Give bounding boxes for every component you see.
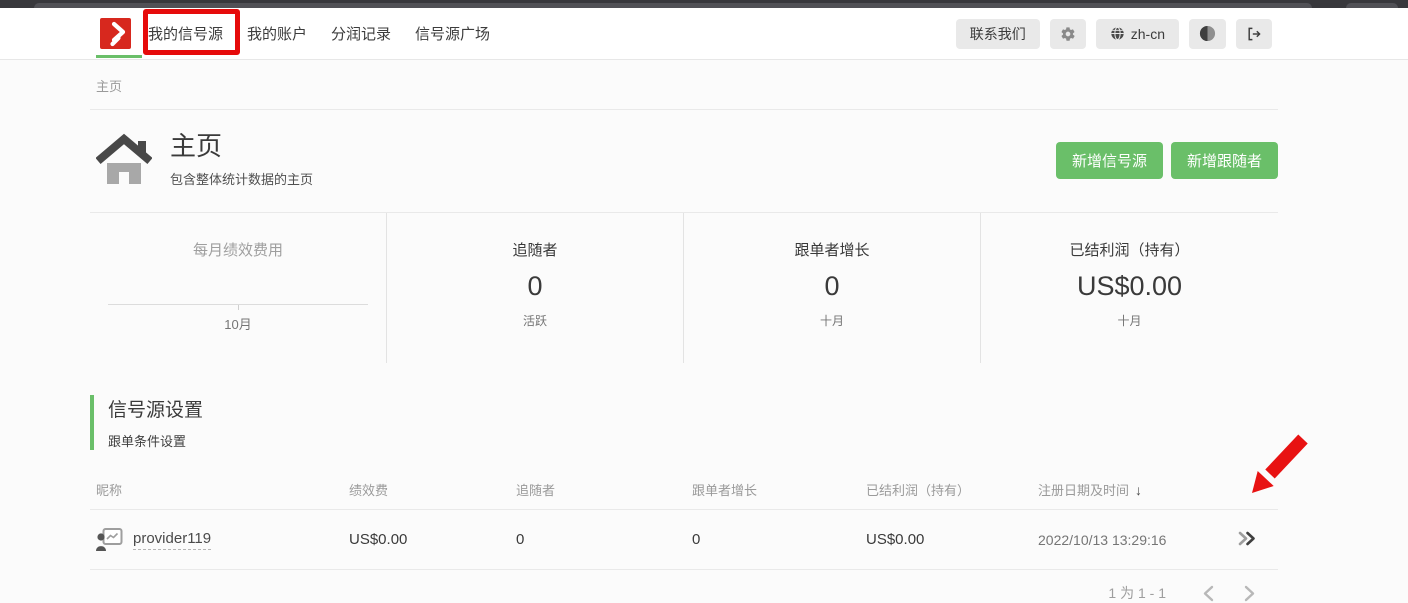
language-button[interactable]: zh-cn [1096, 19, 1179, 49]
stat-followers: 追随者 0 活跃 [387, 213, 684, 363]
chevron-left-icon [1202, 585, 1215, 602]
globe-icon [1110, 26, 1125, 41]
col-header-followers: 追随者 [516, 480, 692, 499]
navbar-actions: 联系我们 zh-cn [956, 19, 1272, 49]
provider-name-link[interactable]: provider119 [133, 530, 211, 550]
stat-value: US$0.00 [991, 272, 1268, 302]
stats-row: 每月绩效费用 10月 追随者 0 活跃 跟单者增长 0 十月 已结利润（持有） … [90, 213, 1278, 363]
sort-desc-icon: ↓ [1135, 482, 1142, 498]
settled-profit-cell: US$0.00 [866, 531, 1038, 548]
registered-date-cell: 2022/10/13 13:29:16 [1038, 532, 1238, 548]
active-nav-underline [96, 55, 142, 58]
nickname-cell: provider119 [90, 528, 349, 551]
stat-copier-growth: 跟单者增长 0 十月 [684, 213, 981, 363]
stat-title: 已结利润（持有） [991, 239, 1268, 260]
chevron-right-icon [1243, 585, 1256, 602]
pagination-summary: 1 为 1 - 1 [1108, 583, 1166, 603]
contrast-icon [1199, 25, 1216, 42]
stat-value: 0 [397, 272, 673, 302]
stat-title: 追随者 [397, 239, 673, 260]
col-header-copier-growth: 跟单者增长 [692, 480, 866, 499]
language-label: zh-cn [1131, 26, 1165, 42]
nav-item-my-account[interactable]: 我的账户 [235, 23, 319, 44]
header-buttons: 新增信号源 新增跟随者 [1056, 142, 1278, 179]
page-titles: 主页 包含整体统计数据的主页 [170, 132, 313, 188]
app-logo-icon[interactable] [100, 18, 131, 49]
stat-sub-label: 十月 [991, 312, 1268, 329]
performance-fee-cell: US$0.00 [349, 531, 516, 548]
stat-sub-label: 活跃 [397, 312, 673, 329]
page-content: 主页 主页 包含整体统计数据的主页 新增信号源 新增跟随者 每月绩效费用 10月… [90, 60, 1278, 603]
chart-tick [238, 305, 239, 310]
col-header-performance-fee: 绩效费 [349, 480, 516, 499]
table-row: provider119 US$0.00 0 0 US$0.00 2022/10/… [90, 510, 1278, 570]
next-page-button[interactable] [1243, 585, 1256, 602]
browser-chrome-strip [0, 0, 1408, 8]
providers-table: 昵称 绩效费 追随者 跟单者增长 已结利润（持有） 注册日期及时间 ↓ prov… [90, 480, 1278, 570]
theme-contrast-button[interactable] [1189, 19, 1226, 49]
stat-settled-profit: 已结利润（持有） US$0.00 十月 [981, 213, 1278, 363]
provider-settings-section-header: 信号源设置 跟单条件设置 [90, 395, 1278, 450]
col-header-nickname: 昵称 [90, 480, 349, 499]
table-header-row: 昵称 绩效费 追随者 跟单者增长 已结利润（持有） 注册日期及时间 ↓ [90, 480, 1278, 510]
row-actions-cell [1238, 530, 1278, 550]
prev-page-button[interactable] [1202, 585, 1215, 602]
col-header-registered-date[interactable]: 注册日期及时间 ↓ [1038, 480, 1238, 499]
page-subtitle: 包含整体统计数据的主页 [170, 169, 313, 188]
stat-title: 每月绩效费用 [100, 239, 376, 260]
logout-button[interactable] [1236, 19, 1272, 49]
pagination: 1 为 1 - 1 [90, 583, 1278, 603]
gear-icon [1060, 26, 1076, 42]
col-header-label: 注册日期及时间 [1038, 480, 1129, 499]
add-provider-button[interactable]: 新增信号源 [1056, 142, 1163, 179]
add-follower-button[interactable]: 新增跟随者 [1171, 142, 1278, 179]
contact-us-button[interactable]: 联系我们 [956, 19, 1040, 49]
double-chevron-right-icon [1238, 530, 1257, 547]
section-title: 信号源设置 [108, 395, 1278, 422]
page-title: 主页 [170, 132, 313, 162]
expand-row-button[interactable] [1238, 530, 1257, 550]
chart-x-label: 10月 [100, 314, 376, 333]
stat-value: 0 [694, 272, 970, 302]
nav-item-my-providers[interactable]: 我的信号源 [148, 23, 235, 44]
page-header: 主页 包含整体统计数据的主页 新增信号源 新增跟随者 [90, 110, 1278, 213]
stat-sub-label: 十月 [694, 312, 970, 329]
top-navbar: 我的信号源 我的账户 分润记录 信号源广场 联系我们 zh-cn [0, 8, 1408, 60]
breadcrumb-current: 主页 [96, 79, 122, 94]
breadcrumb: 主页 [90, 60, 1278, 110]
logout-icon [1246, 26, 1262, 42]
home-icon [96, 132, 152, 188]
stat-title: 跟单者增长 [694, 239, 970, 260]
provider-avatar-icon [96, 528, 123, 551]
copier-growth-cell: 0 [692, 531, 866, 548]
settings-button[interactable] [1050, 19, 1086, 49]
nav-item-provider-plaza[interactable]: 信号源广场 [403, 23, 502, 44]
stat-monthly-fee: 每月绩效费用 10月 [90, 213, 387, 363]
main-nav: 我的信号源 我的账户 分润记录 信号源广场 [148, 23, 502, 44]
monthly-fee-chart: 10月 [100, 304, 376, 333]
followers-cell: 0 [516, 531, 692, 548]
section-subtitle: 跟单条件设置 [108, 431, 1278, 450]
nav-item-profit-share[interactable]: 分润记录 [319, 23, 403, 44]
chart-x-axis [108, 304, 367, 305]
col-header-settled-profit: 已结利润（持有） [866, 480, 1038, 499]
